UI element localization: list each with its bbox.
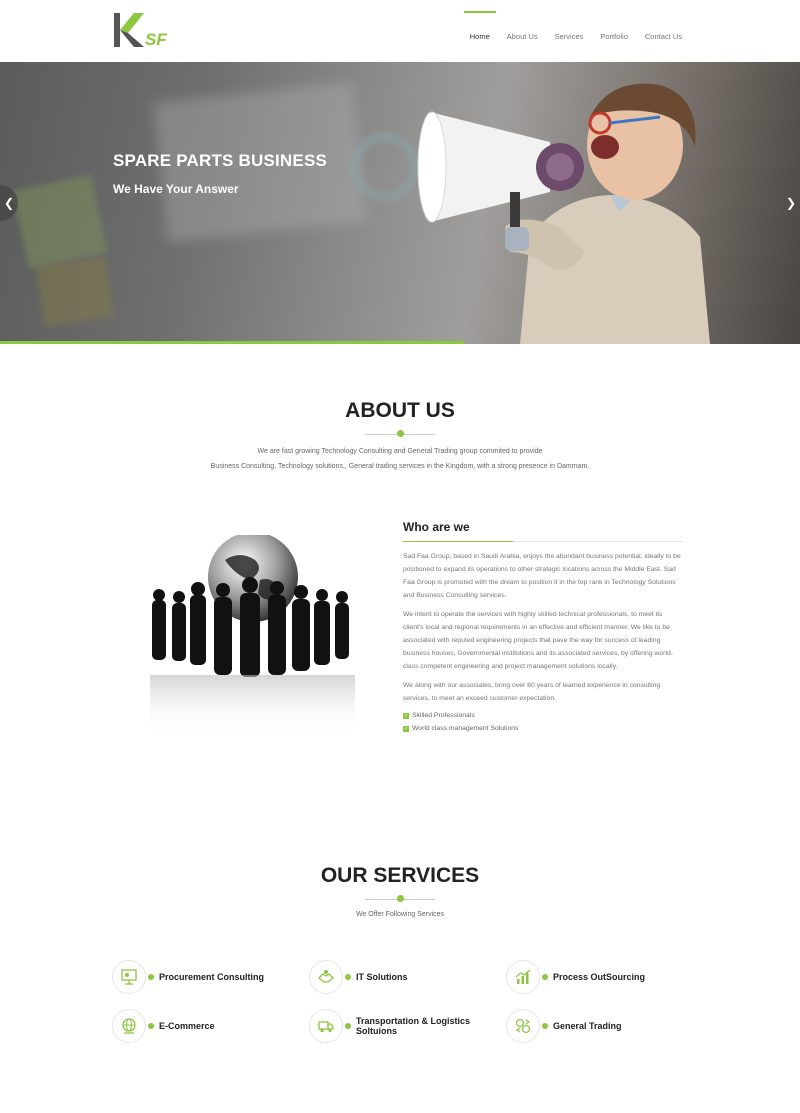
service-it-solutions[interactable]: IT Solutions	[309, 960, 486, 994]
hero-boy-megaphone-image	[417, 83, 710, 344]
hero-background-shape	[12, 174, 108, 270]
service-label: E-Commerce	[159, 1021, 215, 1031]
presentation-icon	[112, 960, 154, 994]
about-intro-line-1: We are fast growing Technology Consultin…	[257, 448, 543, 455]
who-are-we-title: Who are we	[403, 520, 470, 534]
services-title: OUR SERVICES	[320, 864, 480, 887]
hero-slider: SPARE PARTS BUSINESS We Have Your Answer…	[0, 62, 800, 344]
checkbox-icon: ✓	[403, 725, 409, 732]
checklist-item: ✓ World class management Solutions	[403, 725, 518, 732]
checkbox-icon: ✓	[403, 712, 409, 719]
hero-title: SPARE PARTS BUSINESS	[113, 151, 328, 170]
nav-item-home[interactable]: Home	[463, 0, 496, 62]
about-intro-line-2: Business Consulting, Technology solution…	[210, 463, 590, 470]
service-label: Process OutSourcing	[553, 972, 646, 982]
delivery-truck-icon	[309, 1009, 351, 1043]
chevron-left-icon: ❮	[3, 196, 15, 210]
business-people-globe-image	[150, 535, 355, 735]
who-paragraph-1: Sad Faa Group, based in Saudi Arabia, en…	[403, 553, 681, 599]
slider-next-button[interactable]: ❯	[782, 185, 800, 221]
growth-chart-icon	[506, 960, 548, 994]
site-header: SF Home About Us Services Portfolio Cont…	[0, 0, 800, 62]
services-subtitle: We Offer Following Services	[355, 911, 445, 918]
globe-cart-icon	[112, 1009, 154, 1043]
nav-item-contact-us[interactable]: Contact Us	[645, 0, 682, 62]
who-paragraph-2: We intent to operate the services with h…	[403, 611, 673, 670]
service-label: IT Solutions	[356, 972, 408, 982]
service-e-commerce[interactable]: E-Commerce	[112, 1009, 289, 1043]
service-label: Procurement Consulting	[159, 972, 265, 982]
about-divider	[365, 430, 435, 438]
ksf-logo[interactable]: SF	[114, 13, 188, 47]
checklist-label: Skilled Professionals	[412, 712, 475, 719]
service-procurement-consulting[interactable]: Procurement Consulting	[112, 960, 289, 994]
about-title: ABOUT US	[345, 399, 455, 422]
main-nav: Home About Us Services Portfolio Contact…	[453, 0, 682, 62]
hero-subtitle: We Have Your Answer	[113, 182, 239, 196]
service-process-outsourcing[interactable]: Process OutSourcing	[506, 960, 683, 994]
hero-background-shape	[36, 257, 114, 327]
handshake-icon	[309, 960, 351, 994]
chevron-right-icon: ❯	[785, 196, 797, 210]
checklist-label: World class management Solutions	[412, 725, 519, 732]
who-are-we-divider	[403, 541, 683, 542]
checklist-item: ✓ Skilled Professionals	[403, 712, 475, 719]
nav-item-about-us[interactable]: About Us	[507, 0, 538, 62]
service-label: General Trading	[553, 1021, 622, 1031]
money-exchange-icon	[506, 1009, 548, 1043]
slider-progress-bar	[0, 341, 464, 344]
who-paragraph-3: We along with our associates, bring over…	[403, 682, 661, 702]
nav-item-services[interactable]: Services	[555, 0, 584, 62]
services-divider	[365, 895, 435, 903]
svg-text:SF: SF	[145, 30, 167, 47]
service-transportation-logistics[interactable]: Transportation & Logistics Soltuions	[309, 1009, 486, 1043]
service-label: Transportation & Logistics Soltuions	[356, 1016, 471, 1036]
service-general-trading[interactable]: General Trading	[506, 1009, 683, 1043]
nav-item-portfolio[interactable]: Portfolio	[600, 0, 628, 62]
